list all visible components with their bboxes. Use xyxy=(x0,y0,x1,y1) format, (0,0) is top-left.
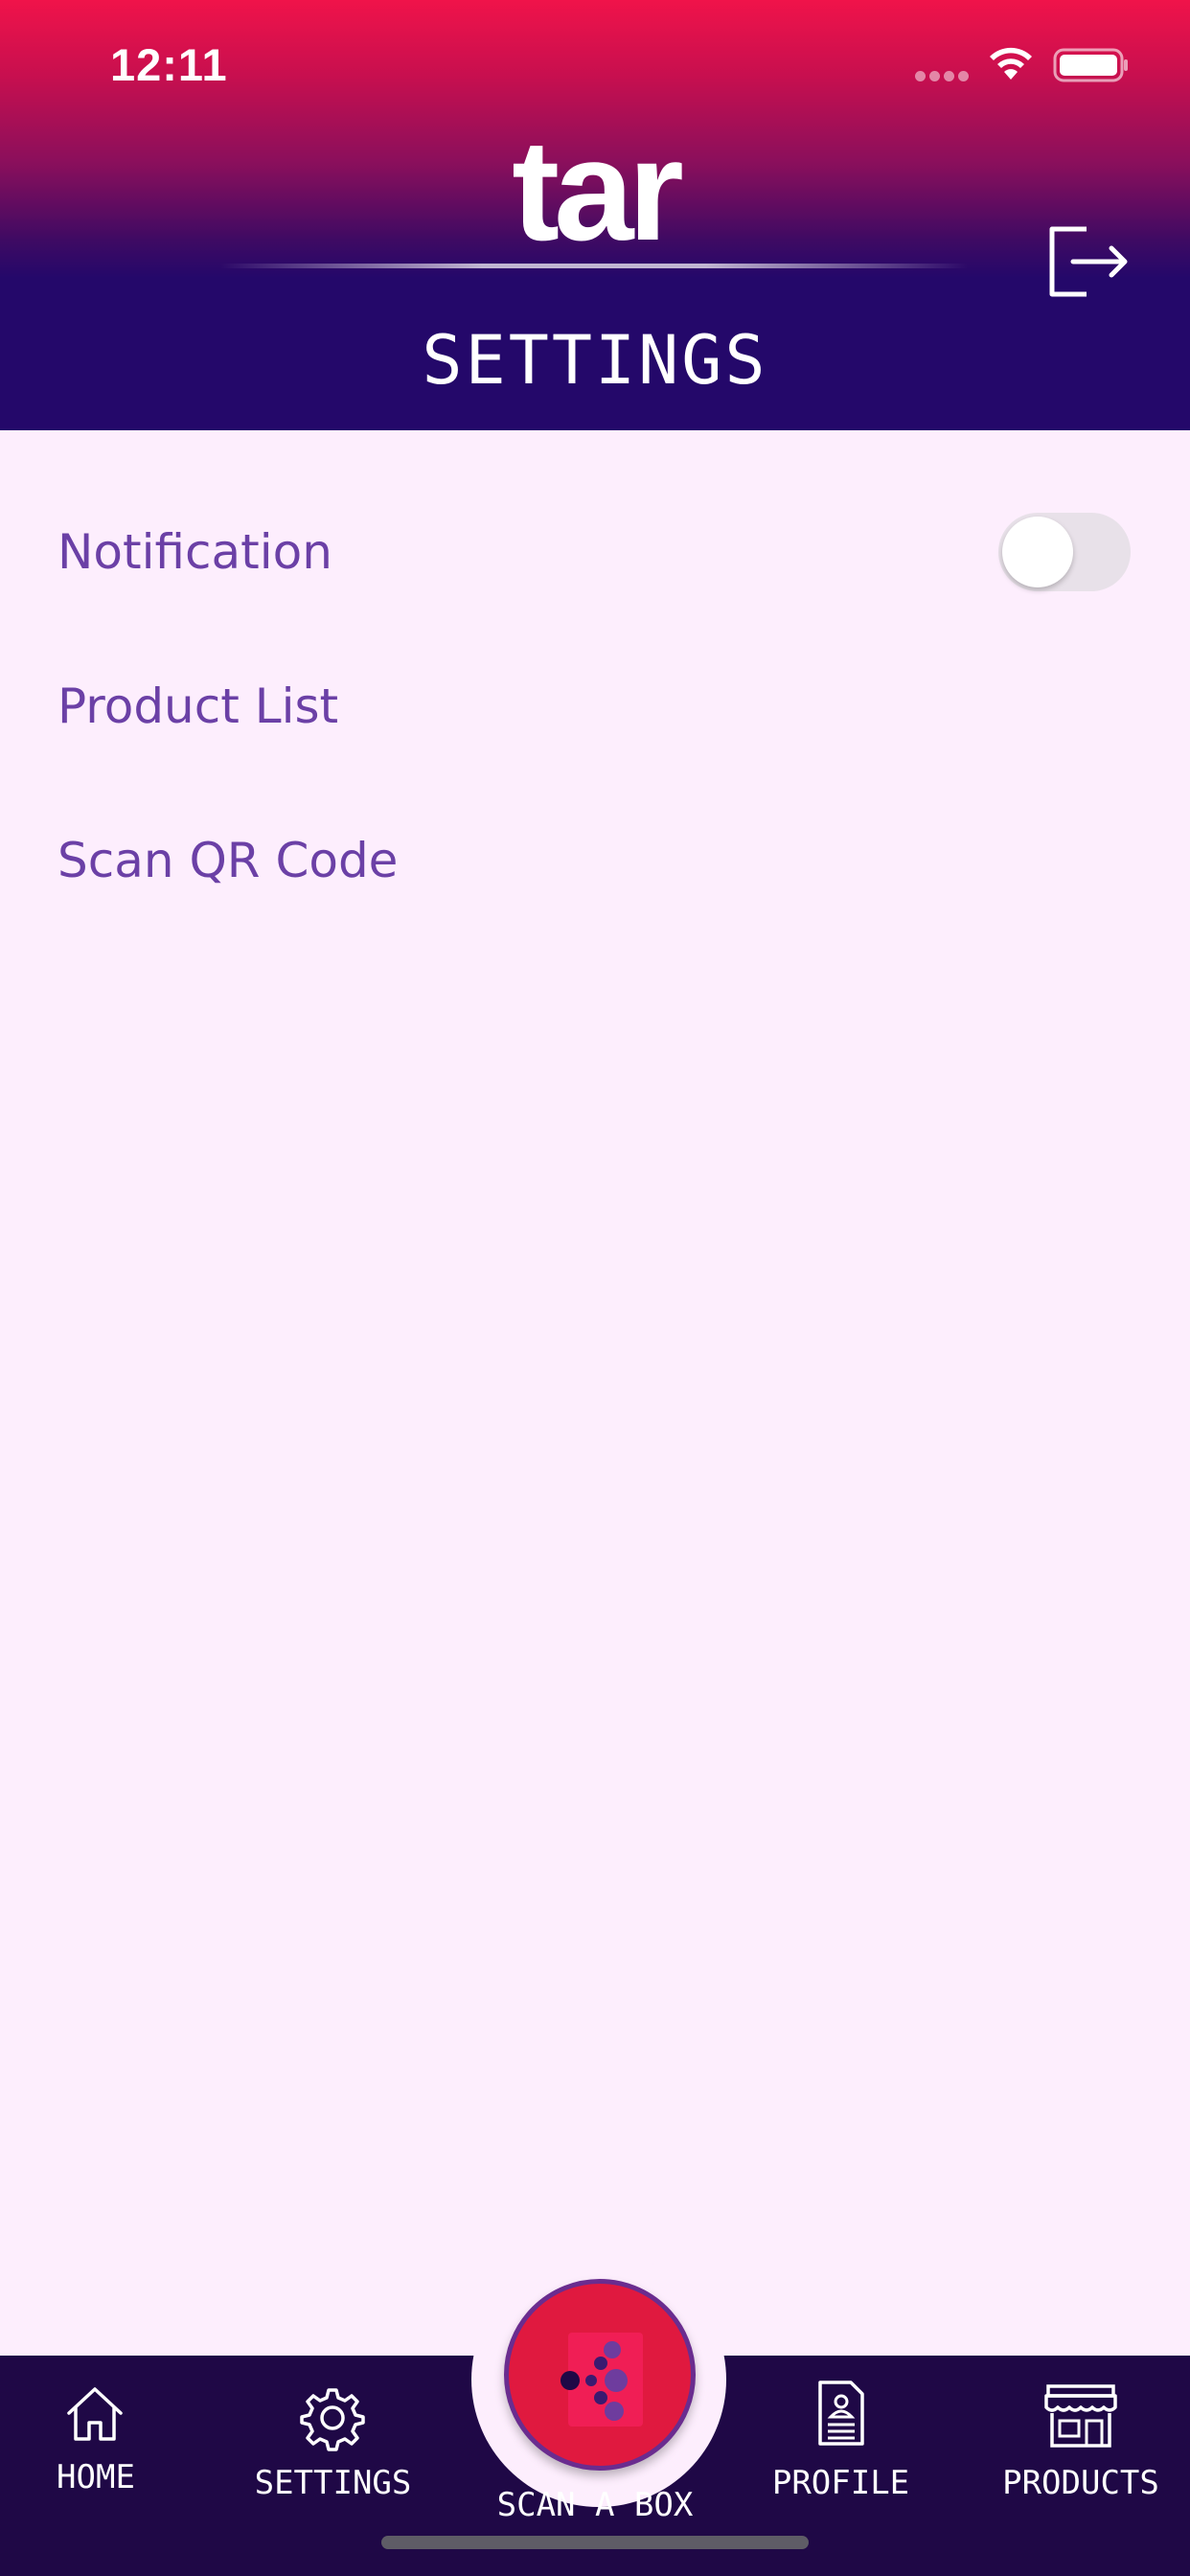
scan-box-icon xyxy=(561,2333,643,2426)
logout-icon[interactable] xyxy=(1044,223,1131,300)
wifi-icon xyxy=(990,47,1032,80)
scan-a-box-button[interactable] xyxy=(504,2279,696,2471)
nav-item-home[interactable]: HOME xyxy=(19,2356,172,2576)
signal-dots-icon xyxy=(915,71,971,82)
settings-item-label: Scan QR Code xyxy=(57,833,399,888)
page-title: SETTINGS xyxy=(422,321,768,400)
tar-logo: tar xyxy=(512,109,684,270)
home-indicator xyxy=(381,2536,809,2549)
home-icon xyxy=(67,2387,123,2441)
settings-item-scan-qr-code[interactable]: Scan QR Code xyxy=(0,789,1190,932)
notification-toggle[interactable] xyxy=(998,513,1131,591)
nav-label-scan: SCAN A BOX xyxy=(496,2486,694,2524)
gear-icon xyxy=(300,2388,365,2451)
settings-item-product-list[interactable]: Product List xyxy=(0,634,1190,778)
settings-item-label: Product List xyxy=(57,678,339,734)
app-header: 12:11 tar SETTINGS xyxy=(0,0,1190,430)
logo-divider xyxy=(220,264,968,268)
store-icon xyxy=(1044,2384,1117,2448)
toggle-knob xyxy=(1002,517,1073,587)
nav-item-products[interactable]: PRODUCTS xyxy=(987,2356,1175,2576)
profile-document-icon xyxy=(818,2380,864,2446)
battery-icon xyxy=(1053,48,1128,82)
status-time: 12:11 xyxy=(110,39,228,90)
status-bar: 12:11 xyxy=(0,0,1190,125)
settings-item-label: Notification xyxy=(57,524,332,580)
